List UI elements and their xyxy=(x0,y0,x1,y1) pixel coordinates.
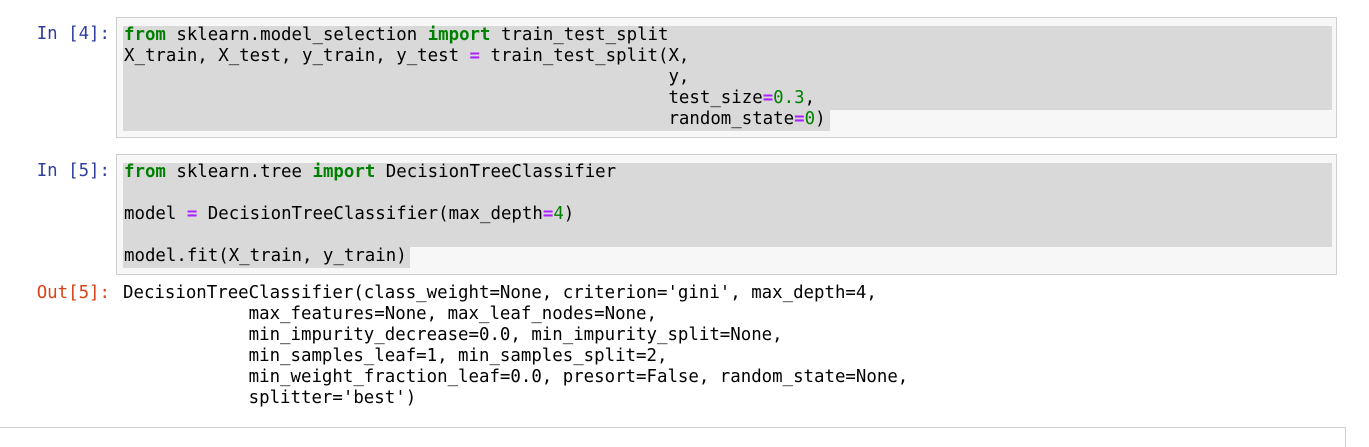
code-line: from sklearn.tree import DecisionTreeCla… xyxy=(124,162,617,182)
code-line: test_size=0.3, xyxy=(124,88,816,108)
code-editor[interactable]: from sklearn.model_selection import trai… xyxy=(116,17,1337,138)
output-prompt: Out[5]: xyxy=(36,283,110,303)
code-line: from sklearn.model_selection import trai… xyxy=(124,25,669,45)
code-line: y, xyxy=(124,67,690,87)
output-line: min_impurity_decrease=0.0, min_impurity_… xyxy=(123,325,783,345)
next-code-cell[interactable] xyxy=(0,427,1346,447)
code-line: random_state=0) xyxy=(124,109,826,129)
output-line: min_samples_leaf=1, min_samples_split=2, xyxy=(123,346,668,366)
output-line: max_features=None, max_leaf_nodes=None, xyxy=(123,304,657,324)
code-editor[interactable]: from sklearn.tree import DecisionTreeCla… xyxy=(116,154,1337,275)
code-line: model = DecisionTreeClassifier(max_depth… xyxy=(124,204,575,224)
output-line: min_weight_fraction_leaf=0.0, presort=Fa… xyxy=(123,367,909,387)
code-line: model.fit(X_train, y_train) xyxy=(124,246,407,266)
input-prompt: In [4]: xyxy=(36,24,110,44)
output-line: DecisionTreeClassifier(class_weight=None… xyxy=(123,283,877,303)
output-line: splitter='best') xyxy=(123,388,417,408)
code-line: X_train, X_test, y_train, y_test = train… xyxy=(124,46,690,66)
input-prompt: In [5]: xyxy=(36,161,110,181)
